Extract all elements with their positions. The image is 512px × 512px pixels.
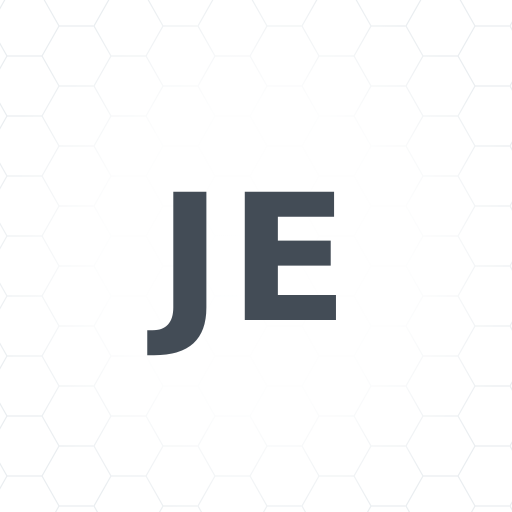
avatar-initials: JE (157, 157, 355, 362)
avatar-tile: JE (0, 0, 512, 512)
